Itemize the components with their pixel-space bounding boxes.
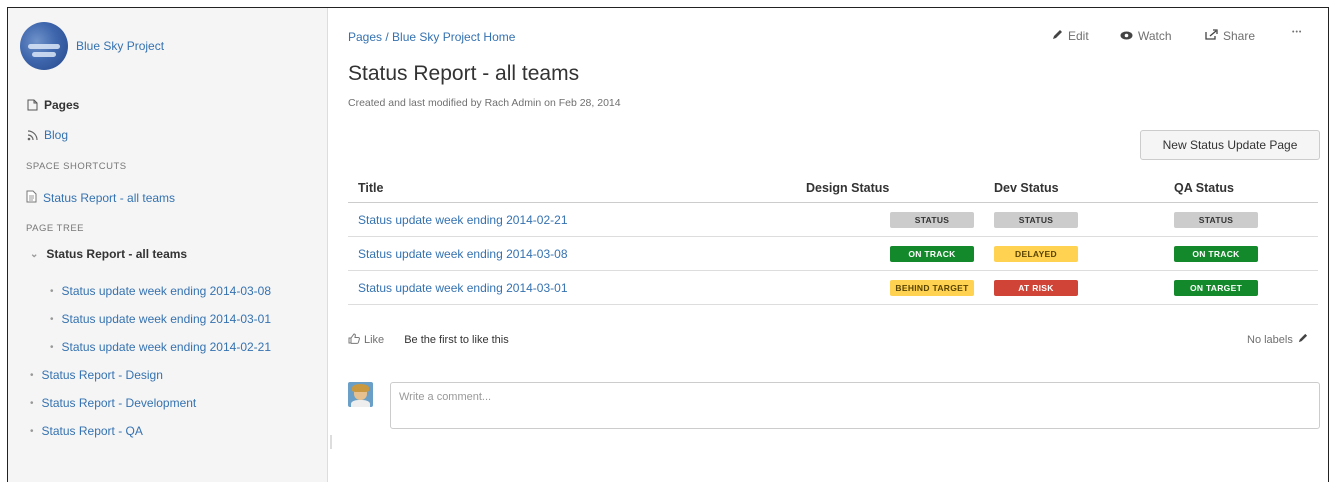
status-lozenge: AT RISK — [994, 279, 1078, 296]
tree-item-label: Status update week ending 2014-03-01 — [61, 312, 272, 326]
watch-button[interactable]: Watch — [1120, 29, 1172, 43]
bullet-icon: • — [50, 341, 54, 353]
table-row: Status update week ending 2014-03-01 BEH… — [348, 270, 1318, 305]
sidebar: Blue Sky Project Pages Blog SPACE SHORTC… — [8, 8, 328, 482]
bullet-icon: • — [30, 369, 34, 381]
chevron-down-icon[interactable]: ⌄ — [30, 249, 38, 260]
status-lozenge: ON TRACK — [890, 245, 974, 262]
more-actions-button[interactable]: ••• — [1292, 29, 1302, 36]
bullet-icon: • — [50, 313, 54, 325]
eye-icon — [1120, 29, 1133, 43]
bullet-icon: • — [50, 285, 54, 297]
like-prompt: Be the first to like this — [404, 334, 509, 346]
tree-item-label: Status Report - Design — [41, 368, 163, 382]
tree-item-label: Status Report - QA — [41, 424, 143, 438]
sidebar-item-pages[interactable]: Pages — [26, 98, 79, 112]
status-lozenge: ON TARGET — [1174, 279, 1258, 296]
status-lozenge: ON TRACK — [1174, 245, 1258, 262]
column-header[interactable]: QA Status — [1174, 174, 1318, 203]
status-lozenge: BEHIND TARGET — [890, 279, 974, 296]
page-title: Status Report - all teams — [348, 62, 580, 85]
rss-icon — [26, 129, 38, 141]
tree-item-label: Status Report - Development — [41, 396, 197, 410]
tree-item[interactable]: • Status Report - QA — [30, 424, 143, 438]
page-byline: Created and last modified by Rach Admin … — [348, 97, 621, 109]
share-button[interactable]: Share — [1205, 29, 1255, 43]
column-header[interactable]: Design Status — [794, 174, 994, 203]
labels-area[interactable]: No labels — [1247, 333, 1308, 346]
sidebar-item-blog[interactable]: Blog — [26, 128, 68, 142]
status-lozenge: STATUS — [890, 211, 974, 228]
like-row: Like Be the first to like this — [348, 333, 509, 347]
row-title-link[interactable]: Status update week ending 2014-03-01 — [358, 281, 568, 295]
share-label: Share — [1223, 29, 1256, 43]
more-icon: ••• — [1292, 29, 1303, 36]
avatar[interactable] — [348, 382, 373, 407]
sidebar-item-label: Blog — [44, 128, 69, 142]
tree-item-label: Status update week ending 2014-02-21 — [61, 340, 272, 354]
page-icon — [26, 190, 37, 206]
tree-item[interactable]: • Status Report - Design — [30, 368, 163, 382]
share-icon — [1205, 29, 1218, 43]
column-header[interactable]: Title — [348, 174, 794, 203]
shortcut-link[interactable]: Status Report - all teams — [26, 190, 175, 206]
tree-item[interactable]: • Status update week ending 2014-03-01 — [50, 312, 271, 326]
edit-label: Edit — [1068, 29, 1089, 43]
bullet-icon: • — [30, 425, 34, 437]
pencil-icon[interactable] — [1298, 333, 1308, 346]
space-name[interactable]: Blue Sky Project — [76, 39, 164, 53]
page-tree-heading: PAGE TREE — [26, 223, 84, 234]
labels-text: No labels — [1247, 333, 1293, 346]
tree-item[interactable]: • Status update week ending 2014-02-21 — [50, 340, 271, 354]
pages-icon — [26, 99, 38, 111]
pencil-icon — [1052, 29, 1063, 43]
tree-item-label: Status Report - all teams — [46, 247, 188, 261]
status-table: Title Design Status Dev Status QA Status… — [348, 174, 1318, 305]
status-lozenge: DELAYED — [994, 245, 1078, 262]
row-title-link[interactable]: Status update week ending 2014-02-21 — [358, 213, 568, 227]
sidebar-item-label: Pages — [44, 98, 80, 112]
comment-input[interactable]: Write a comment... — [390, 382, 1320, 429]
sidebar-resize-handle[interactable] — [330, 435, 332, 449]
tree-item-current[interactable]: ⌄ Status Report - all teams — [30, 247, 187, 261]
space-shortcuts-heading: SPACE SHORTCUTS — [26, 161, 127, 172]
like-label: Like — [364, 334, 385, 346]
table-row: Status update week ending 2014-03-08 ON … — [348, 236, 1318, 271]
new-status-update-button[interactable]: New Status Update Page — [1140, 130, 1320, 160]
breadcrumb[interactable]: Pages / Blue Sky Project Home — [348, 30, 515, 44]
like-button[interactable]: Like — [348, 333, 384, 347]
table-header-row: Title Design Status Dev Status QA Status — [348, 174, 1318, 203]
tree-item[interactable]: • Status update week ending 2014-03-08 — [50, 284, 271, 298]
shortcut-label: Status Report - all teams — [43, 191, 176, 205]
status-lozenge: STATUS — [994, 211, 1078, 228]
status-lozenge: STATUS — [1174, 211, 1258, 228]
thumbs-up-icon — [348, 333, 360, 347]
row-title-link[interactable]: Status update week ending 2014-03-08 — [358, 247, 568, 261]
space-logo[interactable] — [20, 22, 68, 70]
table-row: Status update week ending 2014-02-21 STA… — [348, 202, 1318, 237]
watch-label: Watch — [1138, 29, 1172, 43]
tree-item-label: Status update week ending 2014-03-08 — [61, 284, 272, 298]
column-header[interactable]: Dev Status — [994, 174, 1174, 203]
bullet-icon: • — [30, 397, 34, 409]
tree-item[interactable]: • Status Report - Development — [30, 396, 196, 410]
edit-button[interactable]: Edit — [1052, 29, 1089, 43]
